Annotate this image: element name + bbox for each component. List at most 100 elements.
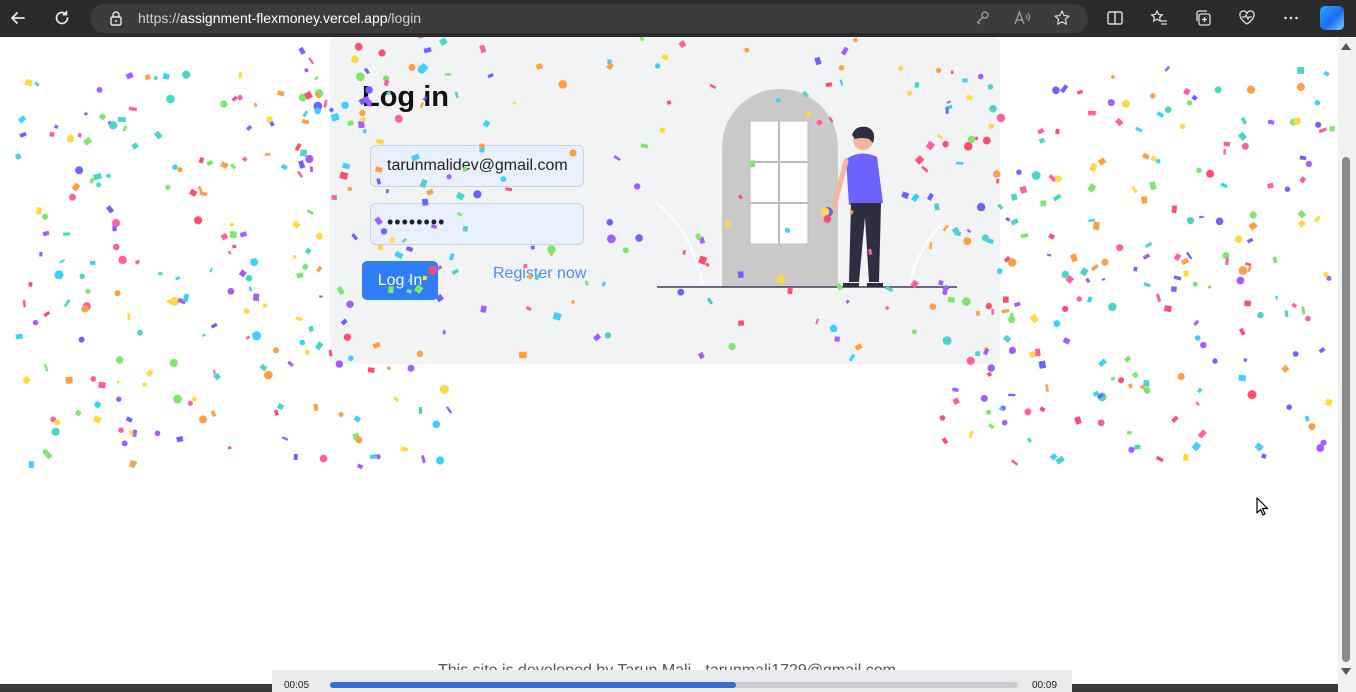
confetti-piece	[426, 188, 434, 196]
confetti-piece	[942, 336, 952, 345]
confetti-piece	[985, 302, 992, 310]
confetti-piece	[1155, 293, 1162, 303]
confetti-piece	[816, 119, 823, 126]
confetti-piece	[724, 220, 732, 227]
confetti-piece	[1237, 131, 1248, 141]
confetti-piece	[1177, 372, 1185, 381]
confetti-piece	[386, 90, 392, 96]
confetti-piece	[355, 436, 363, 444]
video-progress-fill	[330, 682, 736, 688]
read-aloud-icon[interactable]	[1011, 7, 1033, 29]
confetti-piece	[116, 380, 120, 384]
confetti-piece	[435, 293, 445, 303]
confetti-piece	[1108, 302, 1117, 312]
confetti-piece	[418, 407, 423, 414]
confetti-piece	[15, 333, 24, 340]
confetti-piece	[389, 237, 396, 243]
confetti-piece	[976, 202, 986, 212]
scroll-thumb[interactable]	[1342, 157, 1350, 662]
confetti-piece	[308, 57, 315, 65]
confetti-piece	[934, 203, 940, 211]
confetti-piece	[1244, 300, 1251, 307]
confetti-piece	[232, 244, 237, 249]
confetti-piece	[112, 219, 120, 227]
confetti-piece	[1087, 183, 1097, 193]
confetti-piece	[1088, 218, 1096, 223]
confetti-piece	[1164, 65, 1171, 72]
confetti-piece	[362, 129, 367, 134]
confetti-piece	[1143, 282, 1151, 288]
confetti-piece	[974, 136, 979, 141]
confetti-piece	[640, 143, 649, 149]
confetti-piece	[407, 278, 412, 283]
confetti-piece	[227, 287, 235, 295]
lock-icon[interactable]	[108, 10, 124, 26]
confetti-piece	[242, 156, 248, 162]
scroll-down-arrow-icon[interactable]	[1341, 668, 1351, 675]
confetti-piece	[448, 253, 455, 261]
confetti-piece	[1076, 296, 1083, 302]
confetti-piece	[367, 367, 375, 373]
refresh-icon[interactable]	[51, 7, 73, 29]
confetti-piece	[432, 420, 441, 429]
confetti-piece	[1002, 334, 1012, 343]
confetti-piece	[1299, 155, 1307, 161]
confetti-piece	[834, 336, 840, 342]
address-bar[interactable]: https://assignment-flexmoney.vercel.app/…	[90, 4, 1088, 33]
confetti-piece	[302, 110, 309, 118]
confetti-piece	[982, 136, 991, 145]
confetti-piece	[1020, 233, 1029, 239]
confetti-piece	[1196, 167, 1202, 173]
confetti-piece	[1055, 128, 1060, 135]
confetti-piece	[534, 273, 541, 281]
confetti-piece	[1122, 99, 1130, 108]
confetti-piece	[314, 75, 319, 81]
confetti-piece	[1008, 393, 1016, 397]
page-scrollbar[interactable]	[1338, 37, 1356, 692]
confetti-piece	[828, 116, 834, 123]
confetti-piece	[305, 154, 314, 164]
confetti-piece	[1155, 158, 1161, 164]
confetti-piece	[838, 65, 845, 71]
confetti-piece	[173, 394, 182, 404]
confetti-piece	[400, 446, 409, 452]
confetti-piece	[1001, 308, 1010, 314]
confetti-piece	[1048, 233, 1056, 240]
confetti-piece	[1097, 157, 1107, 166]
confetti-piece	[1323, 70, 1330, 77]
confetti-piece	[1318, 346, 1326, 354]
confetti-piece	[986, 409, 992, 415]
confetti-piece	[422, 198, 429, 206]
confetti-piece	[129, 460, 137, 468]
confetti-piece	[74, 409, 82, 417]
video-progress-track[interactable]	[330, 682, 1018, 688]
browser-essentials-icon[interactable]	[1236, 7, 1258, 29]
back-icon[interactable]	[7, 7, 29, 29]
confetti-piece	[914, 155, 925, 165]
more-menu-icon[interactable]	[1280, 7, 1302, 29]
collections-icon[interactable]	[1192, 7, 1214, 29]
key-icon[interactable]	[971, 7, 993, 29]
confetti-piece	[1183, 87, 1191, 96]
confetti-piece	[462, 166, 468, 172]
confetti-piece	[996, 113, 1006, 123]
confetti-piece	[347, 187, 352, 191]
confetti-piece	[227, 446, 232, 450]
confetti-piece	[1170, 286, 1177, 292]
confetti-piece	[356, 72, 365, 82]
favorites-icon[interactable]	[1148, 7, 1170, 29]
favorite-star-icon[interactable]	[1051, 7, 1073, 29]
confetti-piece	[1267, 182, 1274, 189]
copilot-icon[interactable]	[1320, 6, 1344, 30]
confetti-piece	[925, 140, 935, 151]
confetti-piece	[264, 153, 271, 156]
confetti-piece	[1329, 126, 1335, 132]
confetti-piece	[191, 396, 198, 403]
split-screen-icon[interactable]	[1104, 7, 1126, 29]
confetti-piece	[1101, 258, 1109, 266]
scroll-up-arrow-icon[interactable]	[1341, 43, 1351, 50]
confetti-piece	[1019, 185, 1028, 194]
confetti-piece	[309, 166, 314, 173]
confetti-piece	[1053, 320, 1061, 327]
confetti-piece	[1116, 244, 1124, 252]
